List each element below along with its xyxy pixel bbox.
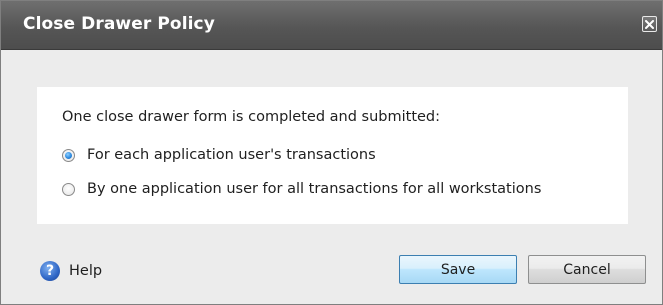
radio-button-one-user-all-workstations[interactable] (62, 182, 75, 196)
dialog-title: Close Drawer Policy (23, 14, 215, 34)
dialog-titlebar: Close Drawer Policy (1, 1, 662, 50)
close-drawer-policy-dialog: Close Drawer Policy One close drawer for… (0, 0, 663, 305)
cancel-button[interactable]: Cancel (528, 255, 646, 284)
radio-option-one-user-all-workstations[interactable]: By one application user for all transact… (62, 181, 541, 197)
help-label: Help (69, 263, 103, 279)
radio-button-each-user[interactable] (62, 148, 75, 162)
help-icon: ? (40, 261, 60, 281)
save-button[interactable]: Save (399, 255, 517, 284)
close-icon[interactable] (642, 16, 657, 32)
radio-option-each-user[interactable]: For each application user's transactions (62, 147, 376, 163)
help-link[interactable]: ? Help (40, 261, 102, 281)
radio-label-each-user: For each application user's transactions (87, 147, 376, 163)
policy-prompt: One close drawer form is completed and s… (62, 109, 441, 125)
radio-label-one-user-all-workstations: By one application user for all transact… (87, 181, 542, 197)
policy-options-panel: One close drawer form is completed and s… (37, 87, 628, 224)
